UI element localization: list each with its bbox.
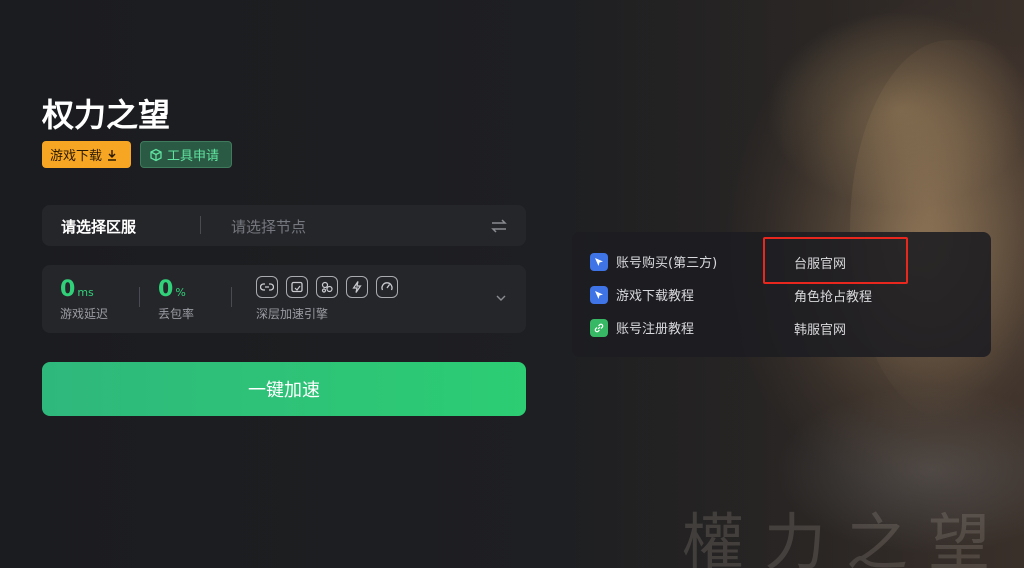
cursor-icon bbox=[590, 285, 608, 304]
node-select[interactable]: 请选择节点 bbox=[231, 216, 306, 237]
region-select[interactable]: 请选择区服 bbox=[61, 216, 136, 237]
account-purchase-link[interactable]: 账号购买(第三方) bbox=[590, 252, 717, 271]
divider bbox=[200, 216, 201, 234]
tool-apply-button[interactable]: 工具申请 bbox=[140, 141, 232, 168]
link-chain-icon bbox=[590, 318, 608, 337]
download-tutorial-link[interactable]: 游戏下载教程 bbox=[590, 285, 694, 304]
role-tutorial-link[interactable]: 角色抢占教程 bbox=[794, 286, 872, 305]
highlight-annotation bbox=[763, 237, 908, 284]
kr-official-link[interactable]: 韩服官网 bbox=[794, 319, 846, 338]
latency-number: 0 bbox=[60, 277, 76, 302]
cursor-icon bbox=[590, 252, 608, 271]
nodes-icon[interactable] bbox=[316, 276, 338, 298]
toolbox-icon bbox=[150, 148, 162, 161]
swap-icon[interactable] bbox=[490, 217, 508, 235]
tool-apply-label: 工具申请 bbox=[167, 149, 220, 164]
window-icon[interactable] bbox=[286, 276, 308, 298]
download-icon bbox=[108, 149, 117, 161]
account-purchase-label: 账号购买(第三方) bbox=[616, 256, 718, 271]
kr-official-label: 韩服官网 bbox=[794, 323, 847, 338]
role-tutorial-label: 角色抢占教程 bbox=[794, 290, 873, 305]
download-tutorial-label: 游戏下载教程 bbox=[616, 289, 695, 304]
stats-panel: 0 ms 游戏延迟 0% 丢包率 深层加速引擎 bbox=[42, 265, 526, 333]
game-download-button[interactable]: 游戏下载 bbox=[42, 141, 131, 168]
game-download-label: 游戏下载 bbox=[50, 149, 103, 164]
loss-value: 0% bbox=[158, 277, 186, 302]
loss-unit: % bbox=[175, 286, 186, 299]
engine-label: 深层加速引擎 bbox=[256, 307, 329, 321]
game-title: 权力之望 bbox=[42, 96, 171, 134]
register-tutorial-link[interactable]: 账号注册教程 bbox=[590, 318, 694, 337]
link-icon[interactable] bbox=[256, 276, 278, 298]
latency-unit: ms bbox=[77, 286, 94, 299]
chevron-down-icon[interactable] bbox=[494, 291, 508, 305]
engine-icons bbox=[256, 276, 398, 298]
server-selector[interactable]: 请选择区服 请选择节点 bbox=[42, 205, 526, 246]
speed-gauge-icon[interactable] bbox=[376, 276, 398, 298]
loss-number: 0 bbox=[158, 277, 174, 302]
divider bbox=[139, 287, 140, 307]
divider bbox=[231, 287, 232, 307]
loss-label: 丢包率 bbox=[158, 307, 195, 321]
register-tutorial-label: 账号注册教程 bbox=[616, 322, 695, 337]
latency-label: 游戏延迟 bbox=[60, 307, 109, 321]
accelerate-button[interactable]: 一键加速 bbox=[42, 362, 526, 416]
game-logo-watermark: 權力之望 bbox=[682, 506, 1011, 568]
latency-value: 0 ms bbox=[60, 277, 94, 302]
lightning-icon[interactable] bbox=[346, 276, 368, 298]
